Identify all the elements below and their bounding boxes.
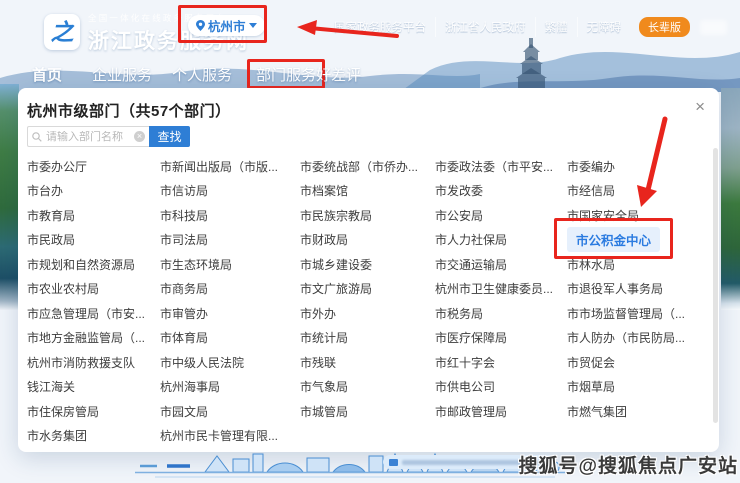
department-link[interactable]: 市台办 <box>27 182 160 199</box>
banner-right-strip <box>721 88 740 310</box>
modal-scrollbar[interactable] <box>713 148 718 423</box>
department-link[interactable]: 市人力社保局 <box>435 231 567 248</box>
watermark-text: 搜狐号@搜狐焦点广安站 <box>518 451 738 478</box>
department-grid: 市委办公厅市新闻出版局（市版...市委统战部（市侨办...市委政法委（市平安..… <box>27 154 717 448</box>
top-link[interactable]: 无障碍 <box>577 17 631 37</box>
department-link[interactable]: 市税务局 <box>435 305 567 322</box>
department-link[interactable]: 市人防办（市民防局... <box>567 329 717 346</box>
modal-title: 杭州市级部门（共57个部门） <box>27 100 231 121</box>
department-link[interactable]: 市经信局 <box>567 182 717 199</box>
department-link[interactable]: 市外办 <box>300 305 435 322</box>
department-link[interactable]: 市应急管理局（市安... <box>27 305 160 322</box>
department-link[interactable]: 市委统战部（市侨办... <box>300 158 435 175</box>
top-links: 国家政务服务平台浙江省人民政府繁體无障碍 长辈版 <box>325 17 727 37</box>
banner-left-strip <box>0 84 19 310</box>
department-link[interactable]: 杭州市卫生健康委员... <box>435 280 567 297</box>
department-link[interactable]: 市供电公司 <box>435 378 567 395</box>
department-link[interactable]: 市林水局 <box>567 256 717 273</box>
department-link[interactable]: 市教育局 <box>27 207 160 224</box>
top-link[interactable]: 国家政务服务平台 <box>325 17 435 37</box>
department-link[interactable]: 杭州市民卡管理有限... <box>160 427 300 444</box>
department-link[interactable]: 市燃气集团 <box>567 403 717 420</box>
elder-version-button[interactable]: 长辈版 <box>639 17 690 37</box>
department-link[interactable]: 市发改委 <box>435 182 567 199</box>
clear-icon[interactable]: × <box>134 131 145 142</box>
department-link[interactable]: 市生态环境局 <box>160 256 300 273</box>
site-logo: 之 <box>44 14 80 50</box>
page: 之 全国一体化在线政务服务平台 浙江政务服务网 杭州市 国家政务服务平台浙江省人… <box>0 0 740 483</box>
department-link[interactable]: 市市场监督管理局（... <box>567 305 717 322</box>
department-link[interactable]: 市财政局 <box>300 231 435 248</box>
department-link[interactable]: 市地方金融监管局（... <box>27 329 160 346</box>
department-link[interactable]: 杭州海事局 <box>160 378 300 395</box>
department-link[interactable]: 市邮政管理局 <box>435 403 567 420</box>
department-link[interactable]: 市信访局 <box>160 182 300 199</box>
nav-item[interactable]: 企业服务 <box>92 64 152 85</box>
department-link[interactable]: 市体育局 <box>160 329 300 346</box>
departments-modal: 杭州市级部门（共57个部门） × × 查找 市委办公厅市新闻出版局（市版...市… <box>18 88 719 452</box>
nav-item[interactable]: 部门服务 <box>256 64 316 85</box>
department-link[interactable]: 市住保房管局 <box>27 403 160 420</box>
search-input[interactable] <box>46 131 130 143</box>
department-link[interactable]: 市商务局 <box>160 280 300 297</box>
department-link[interactable]: 市档案馆 <box>300 182 435 199</box>
department-link[interactable]: 市气象局 <box>300 378 435 395</box>
search-box: × <box>27 126 149 147</box>
nav-item[interactable]: 首页 <box>32 64 62 85</box>
department-link[interactable]: 市委办公厅 <box>27 158 160 175</box>
department-link[interactable]: 杭州市消防救援支队 <box>27 354 160 371</box>
search-row: × 查找 <box>27 126 190 147</box>
department-link[interactable]: 市民政局 <box>27 231 160 248</box>
department-link[interactable]: 市文广旅游局 <box>300 280 435 297</box>
department-link[interactable]: 市民族宗教局 <box>300 207 435 224</box>
top-link[interactable]: 繁體 <box>535 17 577 37</box>
department-link[interactable]: 钱江海关 <box>27 378 160 395</box>
top-link[interactable]: 浙江省人民政府 <box>435 17 535 37</box>
department-link[interactable]: 市贸促会 <box>567 354 717 371</box>
department-link[interactable]: 市国家安全局 <box>567 207 717 224</box>
main-nav: 首页 企业服务个人服务 部门服务好差评 <box>0 60 740 88</box>
department-link[interactable]: 市烟草局 <box>567 378 717 395</box>
search-icon <box>32 132 42 142</box>
department-link[interactable]: 市委编办 <box>567 158 717 175</box>
department-link[interactable]: 市新闻出版局（市版... <box>160 158 300 175</box>
department-link[interactable]: 市交通运输局 <box>435 256 567 273</box>
search-button[interactable]: 查找 <box>149 126 190 147</box>
caret-down-icon <box>249 23 257 28</box>
department-link[interactable]: 市审管办 <box>160 305 300 322</box>
department-link[interactable]: 市残联 <box>300 354 435 371</box>
department-link[interactable]: 市水务集团 <box>27 427 160 444</box>
department-link[interactable]: 市规划和自然资源局 <box>27 256 160 273</box>
department-link[interactable]: 市医疗保障局 <box>435 329 567 346</box>
footer-mini-icon <box>389 459 398 466</box>
location-pin-icon <box>196 20 205 31</box>
department-link[interactable]: 市园文局 <box>160 403 300 420</box>
department-link[interactable]: 市农业农村局 <box>27 280 160 297</box>
nav-item[interactable]: 好差评 <box>316 64 361 85</box>
department-link[interactable]: 市公安局 <box>435 207 567 224</box>
department-link[interactable]: 市科技局 <box>160 207 300 224</box>
department-link[interactable]: 市退役军人事务局 <box>567 280 717 297</box>
department-link[interactable]: 市司法局 <box>160 231 300 248</box>
close-icon[interactable]: × <box>695 98 705 115</box>
department-link[interactable]: 市委政法委（市平安... <box>435 158 567 175</box>
city-selector-label: 杭州市 <box>208 16 246 35</box>
blurred-user-area[interactable] <box>700 20 727 35</box>
city-selector-button[interactable]: 杭州市 <box>188 15 265 36</box>
department-link[interactable]: 市统计局 <box>300 329 435 346</box>
department-link[interactable]: 市城乡建设委 <box>300 256 435 273</box>
nav-item[interactable]: 个人服务 <box>172 64 232 85</box>
department-link[interactable]: 市红十字会 <box>435 354 567 371</box>
department-link[interactable]: 市公积金中心 <box>567 227 660 252</box>
department-link[interactable]: 市城管局 <box>300 403 435 420</box>
department-link[interactable]: 市中级人民法院 <box>160 354 300 371</box>
